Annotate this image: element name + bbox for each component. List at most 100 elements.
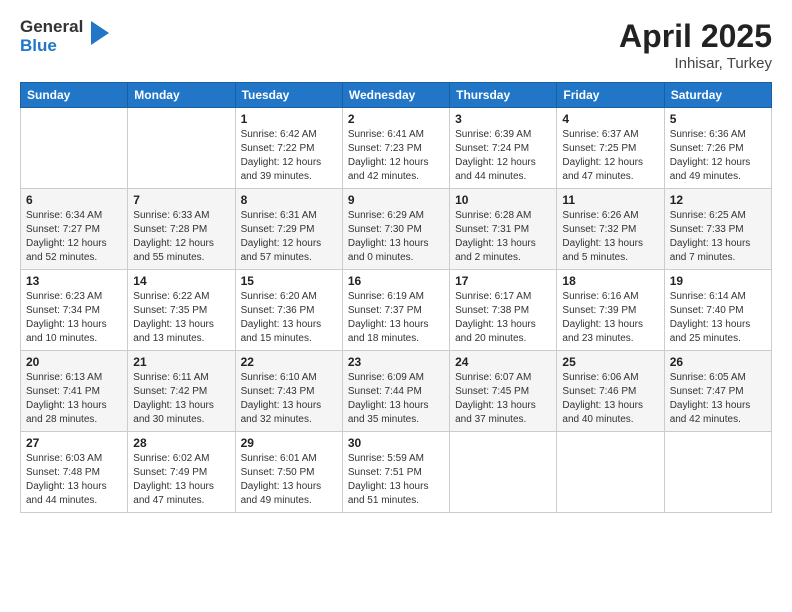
table-row: 29 Sunrise: 6:01 AMSunset: 7:50 PMDayligh… [235,432,342,513]
day-detail: Sunrise: 6:28 AMSunset: 7:31 PMDaylight:… [455,210,536,263]
day-detail: Sunrise: 6:13 AMSunset: 7:41 PMDaylight:… [26,372,107,425]
col-tuesday: Tuesday [235,83,342,108]
day-detail: Sunrise: 6:26 AMSunset: 7:32 PMDaylight:… [562,210,643,263]
table-row: 26 Sunrise: 6:05 AMSunset: 7:47 PMDayligh… [664,351,771,432]
day-detail: Sunrise: 6:11 AMSunset: 7:42 PMDaylight:… [133,372,214,425]
calendar-location: Inhisar, Turkey [619,55,772,72]
table-row: 20 Sunrise: 6:13 AMSunset: 7:41 PMDayligh… [21,351,128,432]
day-number: 1 [241,112,337,126]
table-row: 22 Sunrise: 6:10 AMSunset: 7:43 PMDayligh… [235,351,342,432]
day-detail: Sunrise: 6:01 AMSunset: 7:50 PMDaylight:… [241,453,322,506]
day-detail: Sunrise: 6:34 AMSunset: 7:27 PMDaylight:… [26,210,107,263]
day-detail: Sunrise: 6:07 AMSunset: 7:45 PMDaylight:… [455,372,536,425]
day-number: 28 [133,436,229,450]
table-row: 4Sunrise: 6:37 AMSunset: 7:25 PMDaylight… [557,108,664,189]
day-number: 8 [241,193,337,207]
day-detail: Sunrise: 6:29 AMSunset: 7:30 PMDaylight:… [348,210,429,263]
day-number: 18 [562,274,658,288]
day-number: 22 [241,355,337,369]
table-row: 27 Sunrise: 6:03 AMSunset: 7:48 PMDayligh… [21,432,128,513]
table-row: 2 Sunrise: 6:41 AMSunset: 7:23 PMDaylight… [342,108,449,189]
table-row: 23Sunrise: 6:09 AMSunset: 7:44 PMDayligh… [342,351,449,432]
table-row: 9 Sunrise: 6:29 AMSunset: 7:30 PMDaylight… [342,189,449,270]
weekday-header-row: Sunday Monday Tuesday Wednesday Thursday… [21,83,772,108]
day-number: 6 [26,193,122,207]
day-number: 12 [670,193,766,207]
logo-general-text: General [20,18,83,37]
day-detail: Sunrise: 6:25 AMSunset: 7:33 PMDaylight:… [670,210,751,263]
page: General Blue April 2025 Inhisar, Turkey … [0,0,792,612]
day-detail: Sunrise: 6:42 AMSunset: 7:22 PMDaylight:… [241,129,322,182]
day-number: 4 [562,112,658,126]
day-number: 2 [348,112,444,126]
day-number: 10 [455,193,551,207]
table-row: 28Sunrise: 6:02 AMSunset: 7:49 PMDayligh… [128,432,235,513]
day-detail: Sunrise: 6:23 AMSunset: 7:34 PMDaylight:… [26,291,107,344]
table-row [21,108,128,189]
table-row: 13 Sunrise: 6:23 AMSunset: 7:34 PMDayligh… [21,270,128,351]
col-saturday: Saturday [664,83,771,108]
day-number: 9 [348,193,444,207]
table-row [664,432,771,513]
col-monday: Monday [128,83,235,108]
day-number: 20 [26,355,122,369]
table-row: 21 Sunrise: 6:11 AMSunset: 7:42 PMDayligh… [128,351,235,432]
day-detail: Sunrise: 6:22 AMSunset: 7:35 PMDaylight:… [133,291,214,344]
header: General Blue April 2025 Inhisar, Turkey [20,18,772,72]
day-number: 17 [455,274,551,288]
day-detail: Sunrise: 6:10 AMSunset: 7:43 PMDaylight:… [241,372,322,425]
calendar-title: April 2025 [619,18,772,55]
day-detail: Sunrise: 6:41 AMSunset: 7:23 PMDaylight:… [348,129,429,182]
day-detail: Sunrise: 6:03 AMSunset: 7:48 PMDaylight:… [26,453,107,506]
day-detail: Sunrise: 6:16 AMSunset: 7:39 PMDaylight:… [562,291,643,344]
table-row: 16 Sunrise: 6:19 AMSunset: 7:37 PMDayligh… [342,270,449,351]
table-row [128,108,235,189]
table-row: 11 Sunrise: 6:26 AMSunset: 7:32 PMDayligh… [557,189,664,270]
day-number: 3 [455,112,551,126]
day-detail: Sunrise: 6:20 AMSunset: 7:36 PMDaylight:… [241,291,322,344]
table-row: 25Sunrise: 6:06 AMSunset: 7:46 PMDayligh… [557,351,664,432]
calendar-week-row: 20 Sunrise: 6:13 AMSunset: 7:41 PMDayligh… [21,351,772,432]
day-number: 24 [455,355,551,369]
day-detail: Sunrise: 6:05 AMSunset: 7:47 PMDaylight:… [670,372,751,425]
table-row [450,432,557,513]
table-row: 7 Sunrise: 6:33 AMSunset: 7:28 PMDaylight… [128,189,235,270]
logo-blue-text: Blue [20,37,83,56]
day-detail: Sunrise: 6:06 AMSunset: 7:46 PMDaylight:… [562,372,643,425]
table-row [557,432,664,513]
day-detail: Sunrise: 6:33 AMSunset: 7:28 PMDaylight:… [133,210,214,263]
day-number: 29 [241,436,337,450]
calendar-week-row: 1 Sunrise: 6:42 AMSunset: 7:22 PMDaylight… [21,108,772,189]
title-block: April 2025 Inhisar, Turkey [619,18,772,72]
day-number: 16 [348,274,444,288]
calendar-week-row: 6 Sunrise: 6:34 AMSunset: 7:27 PMDaylight… [21,189,772,270]
day-detail: Sunrise: 6:31 AMSunset: 7:29 PMDaylight:… [241,210,322,263]
table-row: 10 Sunrise: 6:28 AMSunset: 7:31 PMDayligh… [450,189,557,270]
calendar-week-row: 13 Sunrise: 6:23 AMSunset: 7:34 PMDayligh… [21,270,772,351]
table-row: 18 Sunrise: 6:16 AMSunset: 7:39 PMDayligh… [557,270,664,351]
table-row: 17 Sunrise: 6:17 AMSunset: 7:38 PMDayligh… [450,270,557,351]
day-number: 7 [133,193,229,207]
day-number: 5 [670,112,766,126]
day-number: 15 [241,274,337,288]
day-number: 27 [26,436,122,450]
day-number: 14 [133,274,229,288]
day-number: 26 [670,355,766,369]
day-number: 13 [26,274,122,288]
table-row: 15 Sunrise: 6:20 AMSunset: 7:36 PMDayligh… [235,270,342,351]
table-row: 1 Sunrise: 6:42 AMSunset: 7:22 PMDaylight… [235,108,342,189]
day-detail: Sunrise: 6:36 AMSunset: 7:26 PMDaylight:… [670,129,751,182]
logo-icon [87,19,109,52]
day-number: 11 [562,193,658,207]
logo: General Blue [20,18,109,55]
day-detail: Sunrise: 6:19 AMSunset: 7:37 PMDaylight:… [348,291,429,344]
day-detail: Sunrise: 6:09 AMSunset: 7:44 PMDaylight:… [348,372,429,425]
table-row: 8 Sunrise: 6:31 AMSunset: 7:29 PMDaylight… [235,189,342,270]
day-number: 30 [348,436,444,450]
col-thursday: Thursday [450,83,557,108]
day-detail: Sunrise: 6:17 AMSunset: 7:38 PMDaylight:… [455,291,536,344]
day-number: 21 [133,355,229,369]
table-row: 24 Sunrise: 6:07 AMSunset: 7:45 PMDayligh… [450,351,557,432]
col-friday: Friday [557,83,664,108]
day-detail: Sunrise: 6:39 AMSunset: 7:24 PMDaylight:… [455,129,536,182]
